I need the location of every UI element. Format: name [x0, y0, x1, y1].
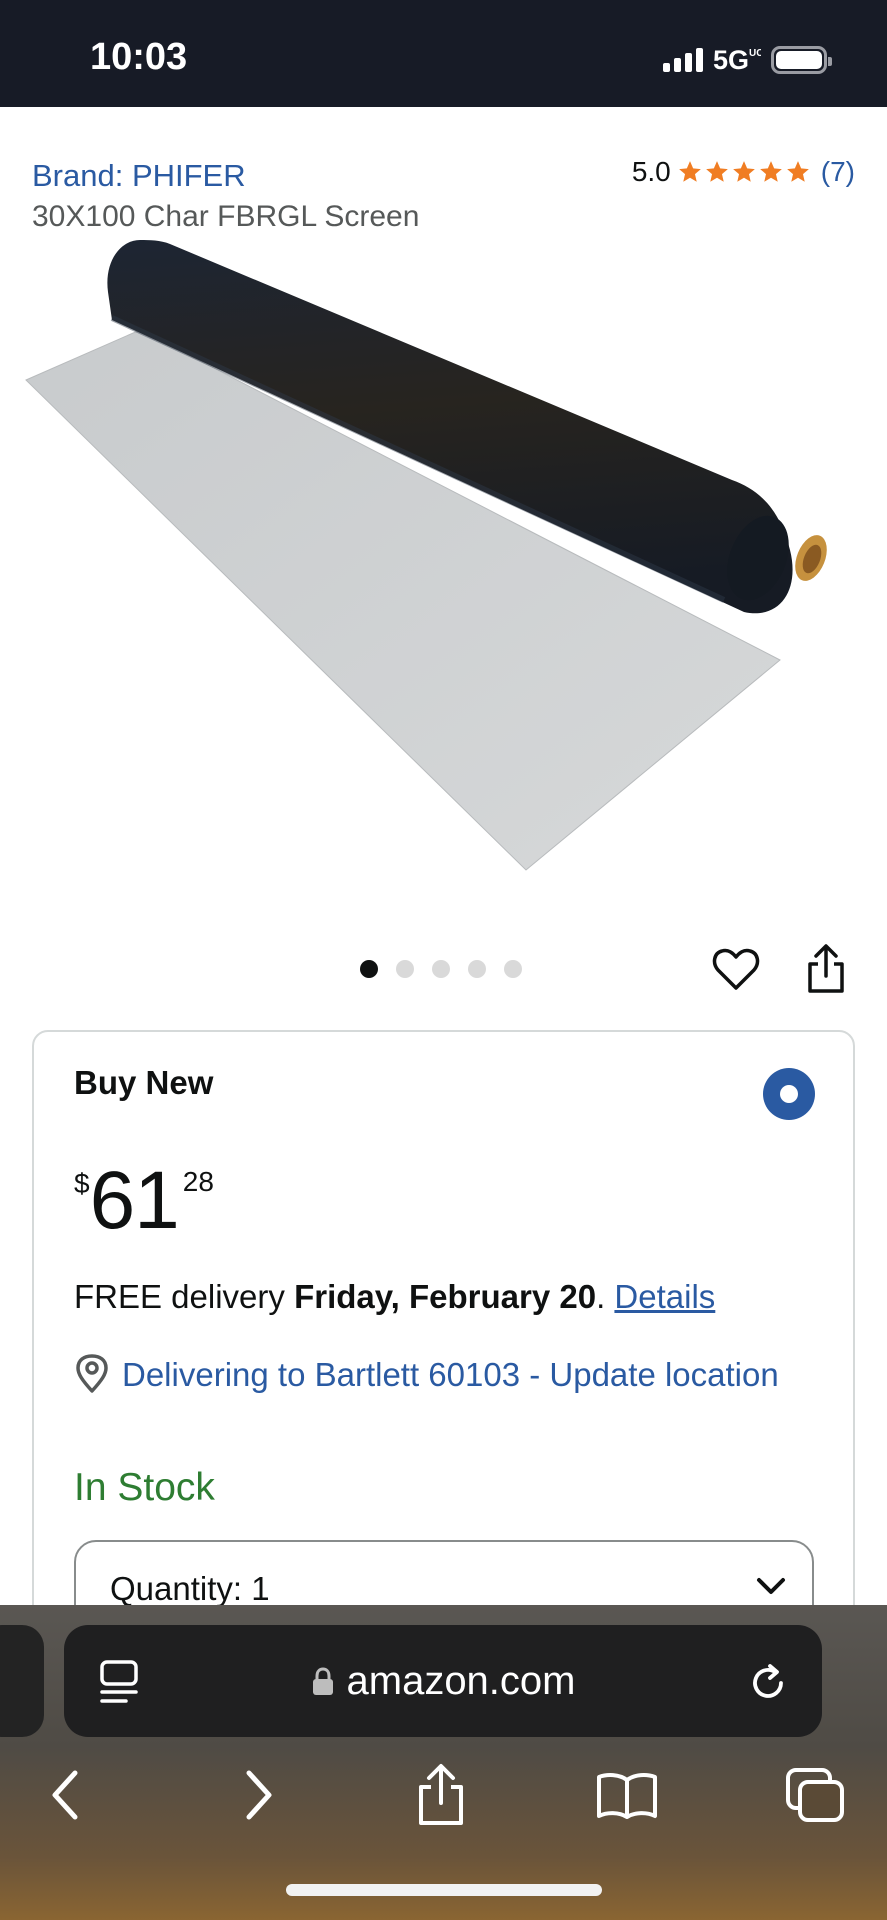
browser-toolbar: amazon.com — [0, 1605, 887, 1920]
star-icon — [732, 161, 755, 182]
home-indicator[interactable] — [286, 1884, 602, 1896]
carousel-dot[interactable] — [432, 960, 450, 978]
bookmarks-icon[interactable] — [592, 1760, 662, 1830]
delivery-prefix: FREE delivery — [74, 1278, 295, 1315]
forward-icon[interactable] — [224, 1760, 294, 1830]
star-icon — [759, 161, 782, 182]
status-time: 10:03 — [90, 36, 188, 78]
location-link[interactable]: Delivering to Bartlett 60103 - Update lo… — [122, 1352, 779, 1398]
reload-icon[interactable] — [748, 1661, 790, 1705]
delivery-location[interactable]: Delivering to Bartlett 60103 - Update lo… — [74, 1352, 794, 1398]
star-icon — [786, 161, 809, 182]
delivery-info: FREE delivery Friday, February 20. Detai… — [74, 1278, 715, 1316]
carousel-dot[interactable] — [396, 960, 414, 978]
quantity-label: Quantity: 1 — [110, 1570, 270, 1607]
location-pin-icon — [76, 1354, 108, 1393]
rating-stars — [677, 159, 811, 185]
back-icon[interactable] — [30, 1760, 100, 1830]
buy-new-heading: Buy New — [74, 1064, 214, 1101]
network-suffix-mark: UC — [749, 48, 763, 59]
tabs-icon[interactable] — [780, 1760, 850, 1830]
status-icons: 5G UC — [662, 42, 832, 78]
rating-value: 5.0 — [631, 156, 671, 187]
heart-icon[interactable] — [712, 948, 760, 992]
price: $ 61 28 — [74, 1160, 214, 1242]
star-icon — [678, 161, 701, 182]
brand-link[interactable]: Brand: PHIFER — [32, 158, 246, 194]
status-bar: 10:03 5G UC — [0, 0, 887, 107]
buy-new-radio[interactable] — [763, 1068, 815, 1120]
battery-icon — [771, 46, 832, 74]
share-icon[interactable] — [406, 1760, 476, 1830]
address-bar[interactable]: amazon.com — [64, 1625, 822, 1737]
rating-summary[interactable]: 5.0 (7) — [632, 156, 855, 188]
price-whole: 61 — [89, 1155, 180, 1246]
url-text: amazon.com — [346, 1659, 576, 1703]
details-link[interactable]: Details — [614, 1278, 715, 1315]
network-label: 5G UC — [713, 45, 763, 76]
signal-icon — [662, 48, 703, 72]
image-carousel-dots[interactable] — [360, 960, 522, 978]
rating-count[interactable]: (7) — [821, 156, 855, 188]
stock-status: In Stock — [74, 1466, 215, 1509]
carousel-dot[interactable] — [360, 960, 378, 978]
star-icon — [705, 161, 728, 182]
carousel-dot[interactable] — [468, 960, 486, 978]
product-image[interactable] — [20, 240, 860, 880]
share-icon[interactable] — [805, 944, 847, 994]
carousel-dot[interactable] — [504, 960, 522, 978]
lock-icon — [312, 1666, 333, 1695]
quantity-value: 1 — [251, 1570, 270, 1607]
delivery-suffix: . — [596, 1278, 615, 1315]
delivery-date: Friday, February 20 — [294, 1278, 597, 1315]
svg-text:UC: UC — [749, 48, 761, 59]
browser-nav — [0, 1760, 887, 1830]
chevron-down-icon — [757, 1578, 785, 1594]
price-symbol: $ — [74, 1168, 90, 1199]
product-title: 30X100 Char FBRGL Screen — [32, 200, 420, 233]
url-display[interactable]: amazon.com — [64, 1659, 822, 1704]
previous-tab-preview[interactable] — [0, 1625, 44, 1737]
price-fraction: 28 — [182, 1166, 214, 1197]
